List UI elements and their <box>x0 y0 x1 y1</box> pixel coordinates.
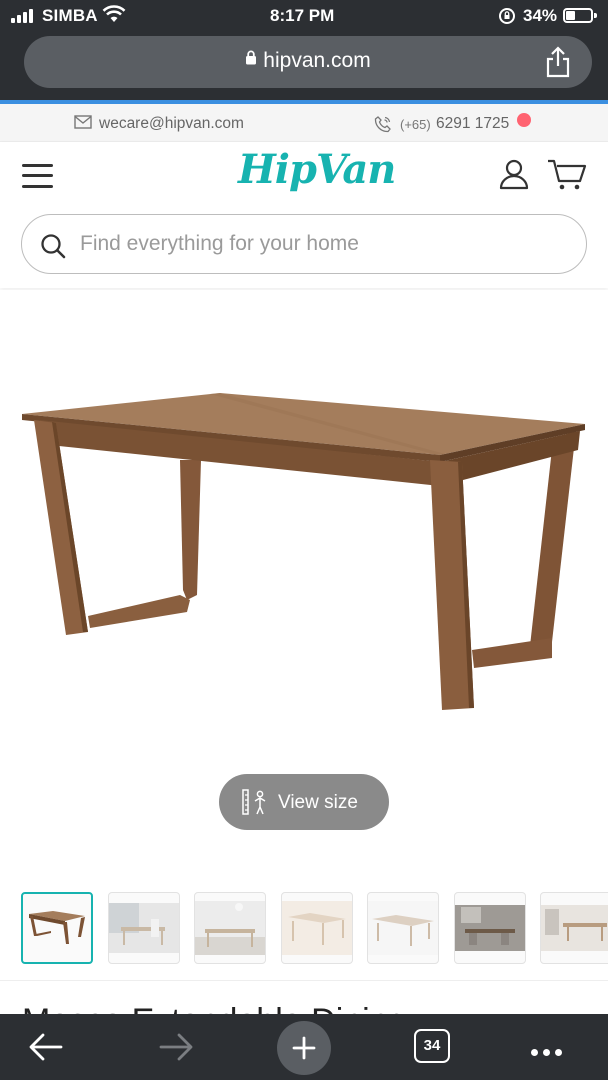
search-input[interactable] <box>80 217 570 271</box>
cart-icon[interactable] <box>547 158 587 197</box>
page: SIMBA 8:17 PM 34% hipvan.com wecare@hipv… <box>0 0 608 1080</box>
battery-icon <box>563 8 593 23</box>
thumbnail-5[interactable] <box>367 892 439 964</box>
plus-icon <box>292 1036 316 1060</box>
contact-email-link[interactable]: wecare@hipvan.com <box>99 115 244 133</box>
thumbnail-strip <box>0 892 608 966</box>
chat-notification-dot[interactable] <box>517 113 531 127</box>
menu-icon[interactable] <box>22 162 54 190</box>
share-icon[interactable] <box>544 46 572 78</box>
site-header: HipVan <box>0 142 608 288</box>
mail-icon <box>74 115 92 134</box>
search-icon[interactable] <box>40 233 66 264</box>
thumbnail-7[interactable] <box>540 892 608 964</box>
ruler-person-icon <box>241 789 269 821</box>
url-text: hipvan.com <box>263 49 371 72</box>
thumbnail-4[interactable] <box>281 892 353 964</box>
forward-arrow-icon[interactable] <box>158 1032 194 1067</box>
hipvan-logo[interactable]: HipVan <box>238 146 396 193</box>
contact-phone-link[interactable]: 6291 1725 <box>436 115 509 133</box>
thumbnail-6[interactable] <box>454 892 526 964</box>
thumbnail-1[interactable] <box>21 892 93 964</box>
address-bar[interactable]: hipvan.com <box>24 36 592 88</box>
browser-top-bar: SIMBA 8:17 PM 34% hipvan.com <box>0 0 608 104</box>
carrier-name: SIMBA <box>42 6 98 25</box>
url-display[interactable]: hipvan.com <box>24 49 592 73</box>
status-bar: SIMBA 8:17 PM 34% <box>0 0 608 32</box>
view-size-button[interactable]: View size <box>219 774 389 830</box>
phone-country-code: (+65) <box>400 117 431 132</box>
thumbnail-3[interactable] <box>194 892 266 964</box>
signal-icon <box>11 9 33 23</box>
new-tab-button[interactable] <box>277 1021 331 1075</box>
wifi-icon <box>102 5 126 28</box>
thumbnail-2[interactable] <box>108 892 180 964</box>
section-divider <box>0 980 608 981</box>
browser-bottom-toolbar: 34 <box>0 1014 608 1080</box>
account-icon[interactable] <box>498 158 530 195</box>
orientation-lock-icon <box>498 7 516 30</box>
search-box[interactable] <box>21 214 587 274</box>
back-arrow-icon[interactable] <box>28 1032 64 1067</box>
battery-tip <box>594 13 597 18</box>
battery-percent: 34% <box>523 6 558 25</box>
clock: 8:17 PM <box>270 6 335 25</box>
phone-icon <box>374 115 392 138</box>
view-size-label: View size <box>278 792 358 813</box>
lock-icon <box>245 47 257 71</box>
tabs-count-button[interactable]: 34 <box>414 1029 450 1063</box>
more-options-icon[interactable] <box>531 1043 567 1061</box>
